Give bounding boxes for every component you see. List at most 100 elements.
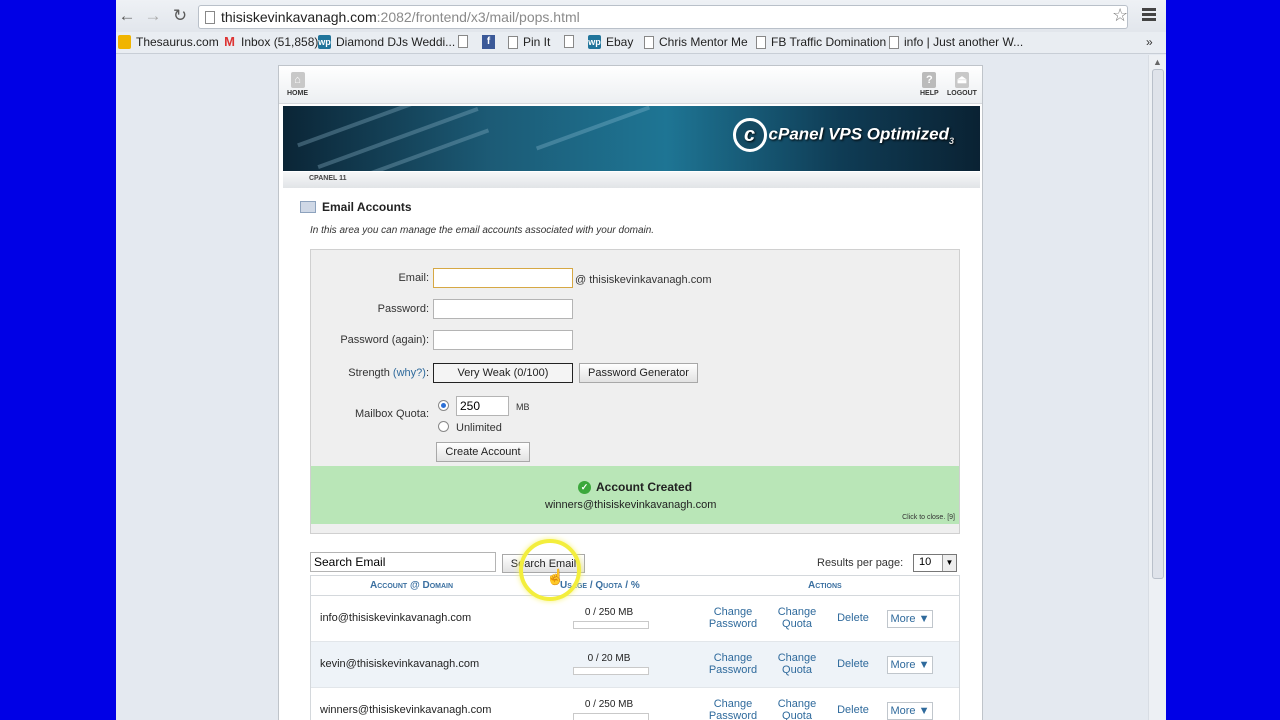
status-close-link[interactable]: Click to close. [9] <box>902 514 955 521</box>
email-field[interactable] <box>433 268 573 288</box>
delete-link[interactable]: Delete <box>833 658 873 670</box>
quota-label-link: Quota <box>782 664 812 676</box>
bookmark-label: Chris Mentor Me <box>659 35 748 49</box>
change-password-link[interactable]: Change Password <box>708 698 758 720</box>
chrome-menu-icon[interactable] <box>1142 8 1156 22</box>
unlimited-label: Unlimited <box>456 422 502 434</box>
email-label: Email: <box>398 272 429 284</box>
change-label: Change <box>777 698 817 710</box>
hand-cursor-icon: ☝ <box>546 569 565 586</box>
password-again-label: Password (again): <box>340 334 429 346</box>
table-row: kevin@thisiskevinkavanagh.com 0 / 20 MB Ch… <box>311 642 959 688</box>
bookmark-item[interactable]: info | Just another W... <box>889 35 1023 49</box>
password-again-field[interactable] <box>433 330 573 350</box>
bookmark-label: Ebay <box>606 35 634 49</box>
bookmark-item[interactable]: f <box>482 35 495 49</box>
table-body: info@thisiskevinkavanagh.com 0 / 250 MB Ch… <box>311 596 959 720</box>
usage-bar <box>573 713 649 720</box>
bookmark-label: info | Just another W... <box>904 35 1024 49</box>
page-description: In this area you can manage the email ac… <box>310 225 655 236</box>
facebook-icon: f <box>482 35 495 49</box>
delete-link[interactable]: Delete <box>833 704 873 716</box>
scrollbar[interactable]: ▲ <box>1148 55 1166 720</box>
change-label: Change <box>713 606 753 618</box>
bookmark-item[interactable]: FB Traffic Domination <box>756 35 886 49</box>
forward-button-icon[interactable]: → <box>144 7 162 25</box>
cpanel-version: CPANEL 11 <box>283 172 980 188</box>
status-message-box[interactable]: ✓ Account Created winners@thisiskevinkav… <box>311 466 959 524</box>
logout-label: LOGOUT <box>947 90 977 97</box>
password-label-link: Password <box>708 664 758 676</box>
bookmark-item[interactable]: wp Diamond DJs Weddi... <box>318 35 455 49</box>
cpanel-logo-sub: 3 <box>948 135 954 146</box>
quota-mb-radio[interactable] <box>438 400 449 411</box>
gmail-icon: M <box>224 34 235 49</box>
reload-button-icon[interactable]: ↻ <box>171 7 189 25</box>
logout-icon: ⏏ <box>954 72 969 88</box>
create-account-button[interactable]: Create Account <box>436 442 530 462</box>
page-icon <box>889 35 899 49</box>
usage-text: 0 / 250 MB <box>584 607 634 618</box>
change-password-link[interactable]: Change Password <box>708 606 758 630</box>
address-bar[interactable]: thisiskevinkavanagh.com:2082/frontend/x3… <box>198 5 1128 29</box>
change-quota-link[interactable]: Change Quota <box>773 606 821 630</box>
quota-unlimited-radio[interactable] <box>438 421 449 432</box>
header-account[interactable]: Account @ Domain <box>370 580 453 591</box>
delete-link[interactable]: Delete <box>833 612 873 624</box>
bookmarks-overflow-icon[interactable]: » <box>1146 35 1153 49</box>
scroll-up-icon[interactable]: ▲ <box>1153 57 1162 67</box>
strength-label-group: Strength (why?): <box>311 367 429 379</box>
password-generator-button[interactable]: Password Generator <box>579 363 698 383</box>
bookmark-star-icon[interactable]: ☆ <box>1112 6 1128 24</box>
scrollbar-thumb[interactable] <box>1152 69 1164 579</box>
more-button[interactable]: More ▼ <box>887 702 933 720</box>
url-text[interactable]: thisiskevinkavanagh.com:2082/frontend/x3… <box>221 9 580 25</box>
cpanel-container: ⌂ HOME ? HELP ⏏ LOGOUT c cPanel VPS Opti… <box>278 65 983 720</box>
search-input[interactable] <box>310 552 496 572</box>
change-quota-link[interactable]: Change Quota <box>773 652 821 676</box>
quota-input[interactable] <box>456 396 509 416</box>
bookmark-item[interactable]: Pin It <box>508 35 550 49</box>
bookmark-label: Thesaurus.com <box>136 35 219 49</box>
more-button[interactable]: More ▼ <box>887 656 933 674</box>
page-icon <box>508 35 518 49</box>
help-icon: ? <box>922 72 937 88</box>
bookmark-item[interactable] <box>564 35 574 48</box>
more-button[interactable]: More ▼ <box>887 610 933 628</box>
change-quota-link[interactable]: Change Quota <box>773 698 821 720</box>
bookmark-label: Pin It <box>523 35 551 49</box>
url-path: :2082/frontend/x3/mail/pops.html <box>376 9 580 25</box>
change-label: Change <box>713 698 753 710</box>
bookmark-item[interactable] <box>458 35 468 48</box>
bookmark-item[interactable]: Chris Mentor Me <box>644 35 748 49</box>
bookmarks-bar: Thesaurus.com M Inbox (51,858) wp Diamond DJ… <box>116 32 1166 54</box>
account-email: winners@thisiskevinkavanagh.com <box>320 704 492 716</box>
add-account-form: Email: @ thisiskevinkavanagh.com Passwor… <box>310 249 960 534</box>
status-message: winners@thisiskevinkavanagh.com <box>545 499 717 511</box>
cpanel-topbar: ⌂ HOME ? HELP ⏏ LOGOUT <box>279 66 982 104</box>
back-button-icon[interactable]: ← <box>118 7 136 25</box>
envelope-icon <box>300 201 316 213</box>
help-label: HELP <box>920 90 939 97</box>
account-email: info@thisiskevinkavanagh.com <box>320 612 472 624</box>
home-link[interactable]: ⌂ HOME <box>287 72 308 97</box>
bookmark-item[interactable]: Thesaurus.com <box>118 35 219 49</box>
change-password-link[interactable]: Change Password <box>708 652 758 676</box>
chevron-down-icon: ▼ <box>942 555 956 571</box>
logout-link[interactable]: ⏏ LOGOUT <box>947 72 977 97</box>
table-header: Account @ Domain Usage / Quota / % Actio… <box>311 576 959 596</box>
url-host: thisiskevinkavanagh.com <box>221 9 377 25</box>
usage-text: 0 / 250 MB <box>584 699 634 710</box>
wordpress-icon: wp <box>588 35 601 49</box>
results-per-page-select[interactable]: 10 ▼ <box>913 554 957 572</box>
change-label: Change <box>777 652 817 664</box>
usage-bar <box>573 667 649 675</box>
quota-label-link: Quota <box>782 618 812 630</box>
why-link[interactable]: (why?) <box>393 367 426 379</box>
cpanel-logo: c cPanel VPS Optimized3 <box>732 118 954 152</box>
results-per-page-value: 10 <box>919 556 932 568</box>
help-link[interactable]: ? HELP <box>920 72 939 97</box>
bookmark-item[interactable]: M Inbox (51,858) <box>223 34 318 50</box>
password-field[interactable] <box>433 299 573 319</box>
bookmark-item[interactable]: wp Ebay <box>588 35 633 49</box>
